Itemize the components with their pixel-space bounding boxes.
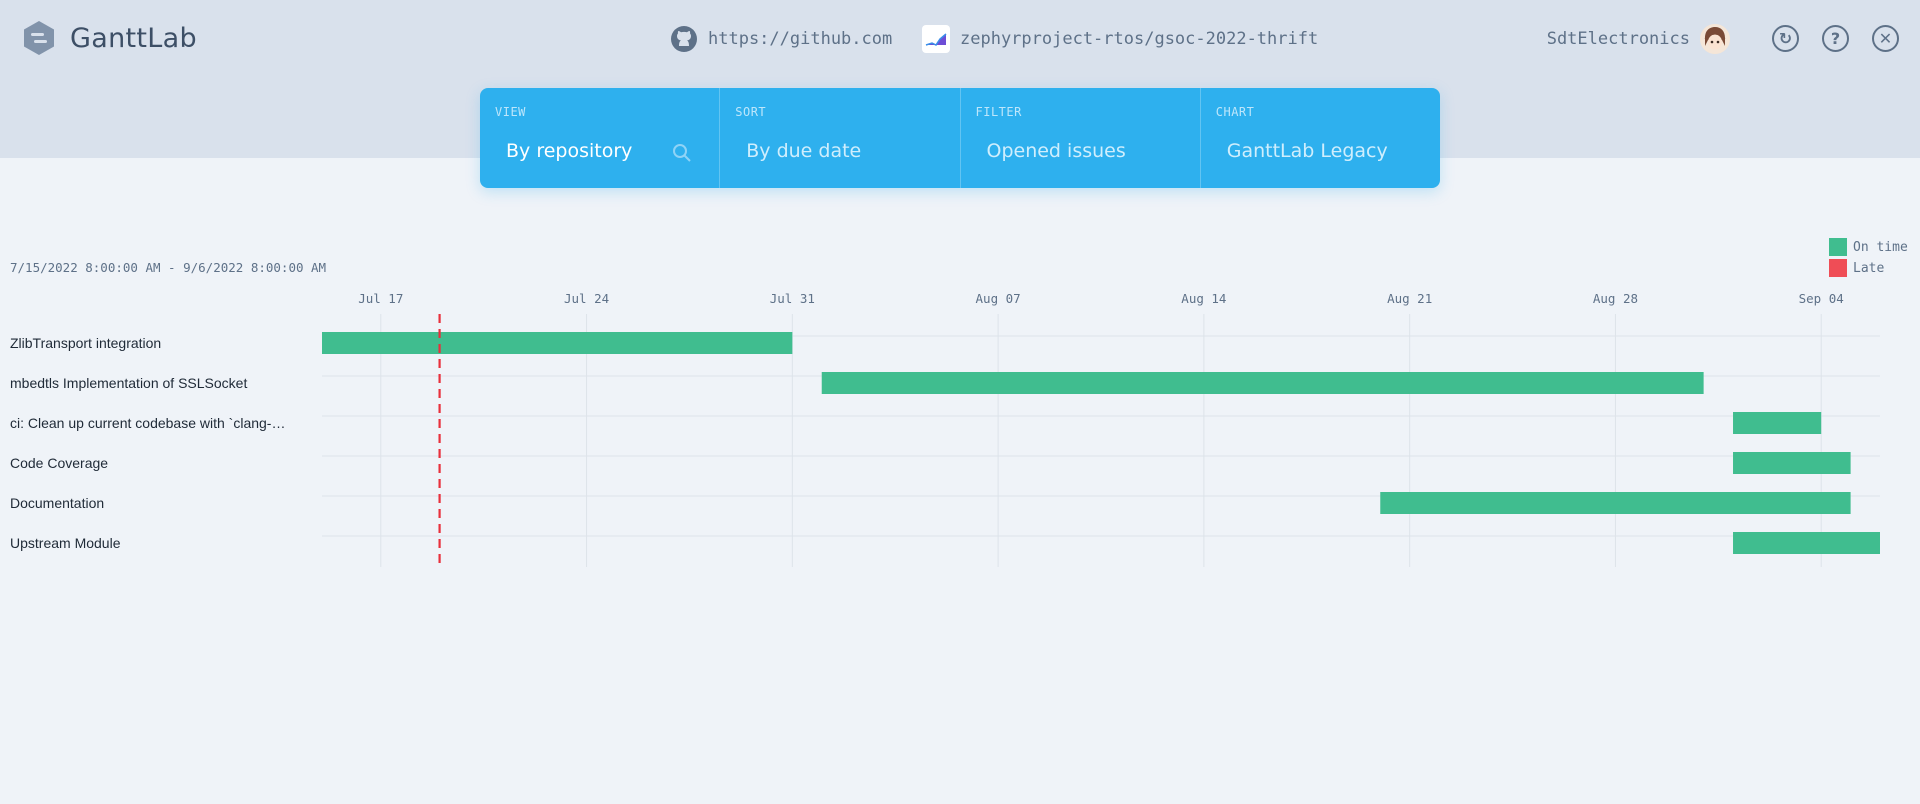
tick-label: Sep 04 [1799, 291, 1844, 306]
tick-label: Aug 07 [976, 291, 1021, 306]
tick-label: Jul 31 [770, 291, 815, 306]
task-bar[interactable] [1380, 492, 1851, 514]
task-bar[interactable] [1733, 412, 1822, 434]
task-bar[interactable] [1733, 452, 1851, 474]
tick-label: Jul 24 [564, 291, 609, 306]
tick-label: Aug 21 [1387, 291, 1432, 306]
tick-label: Aug 14 [1181, 291, 1226, 306]
task-bar[interactable] [1733, 532, 1880, 554]
task-bar[interactable] [821, 372, 1704, 394]
task-bar[interactable] [322, 332, 793, 354]
gantt-chart: Jul 17 Jul 24 Jul 31 Aug 07 Aug 14 Aug 21 Aug … [322, 291, 1880, 567]
tick-label: Jul 17 [358, 291, 403, 306]
tick-label: Aug 28 [1593, 291, 1638, 306]
